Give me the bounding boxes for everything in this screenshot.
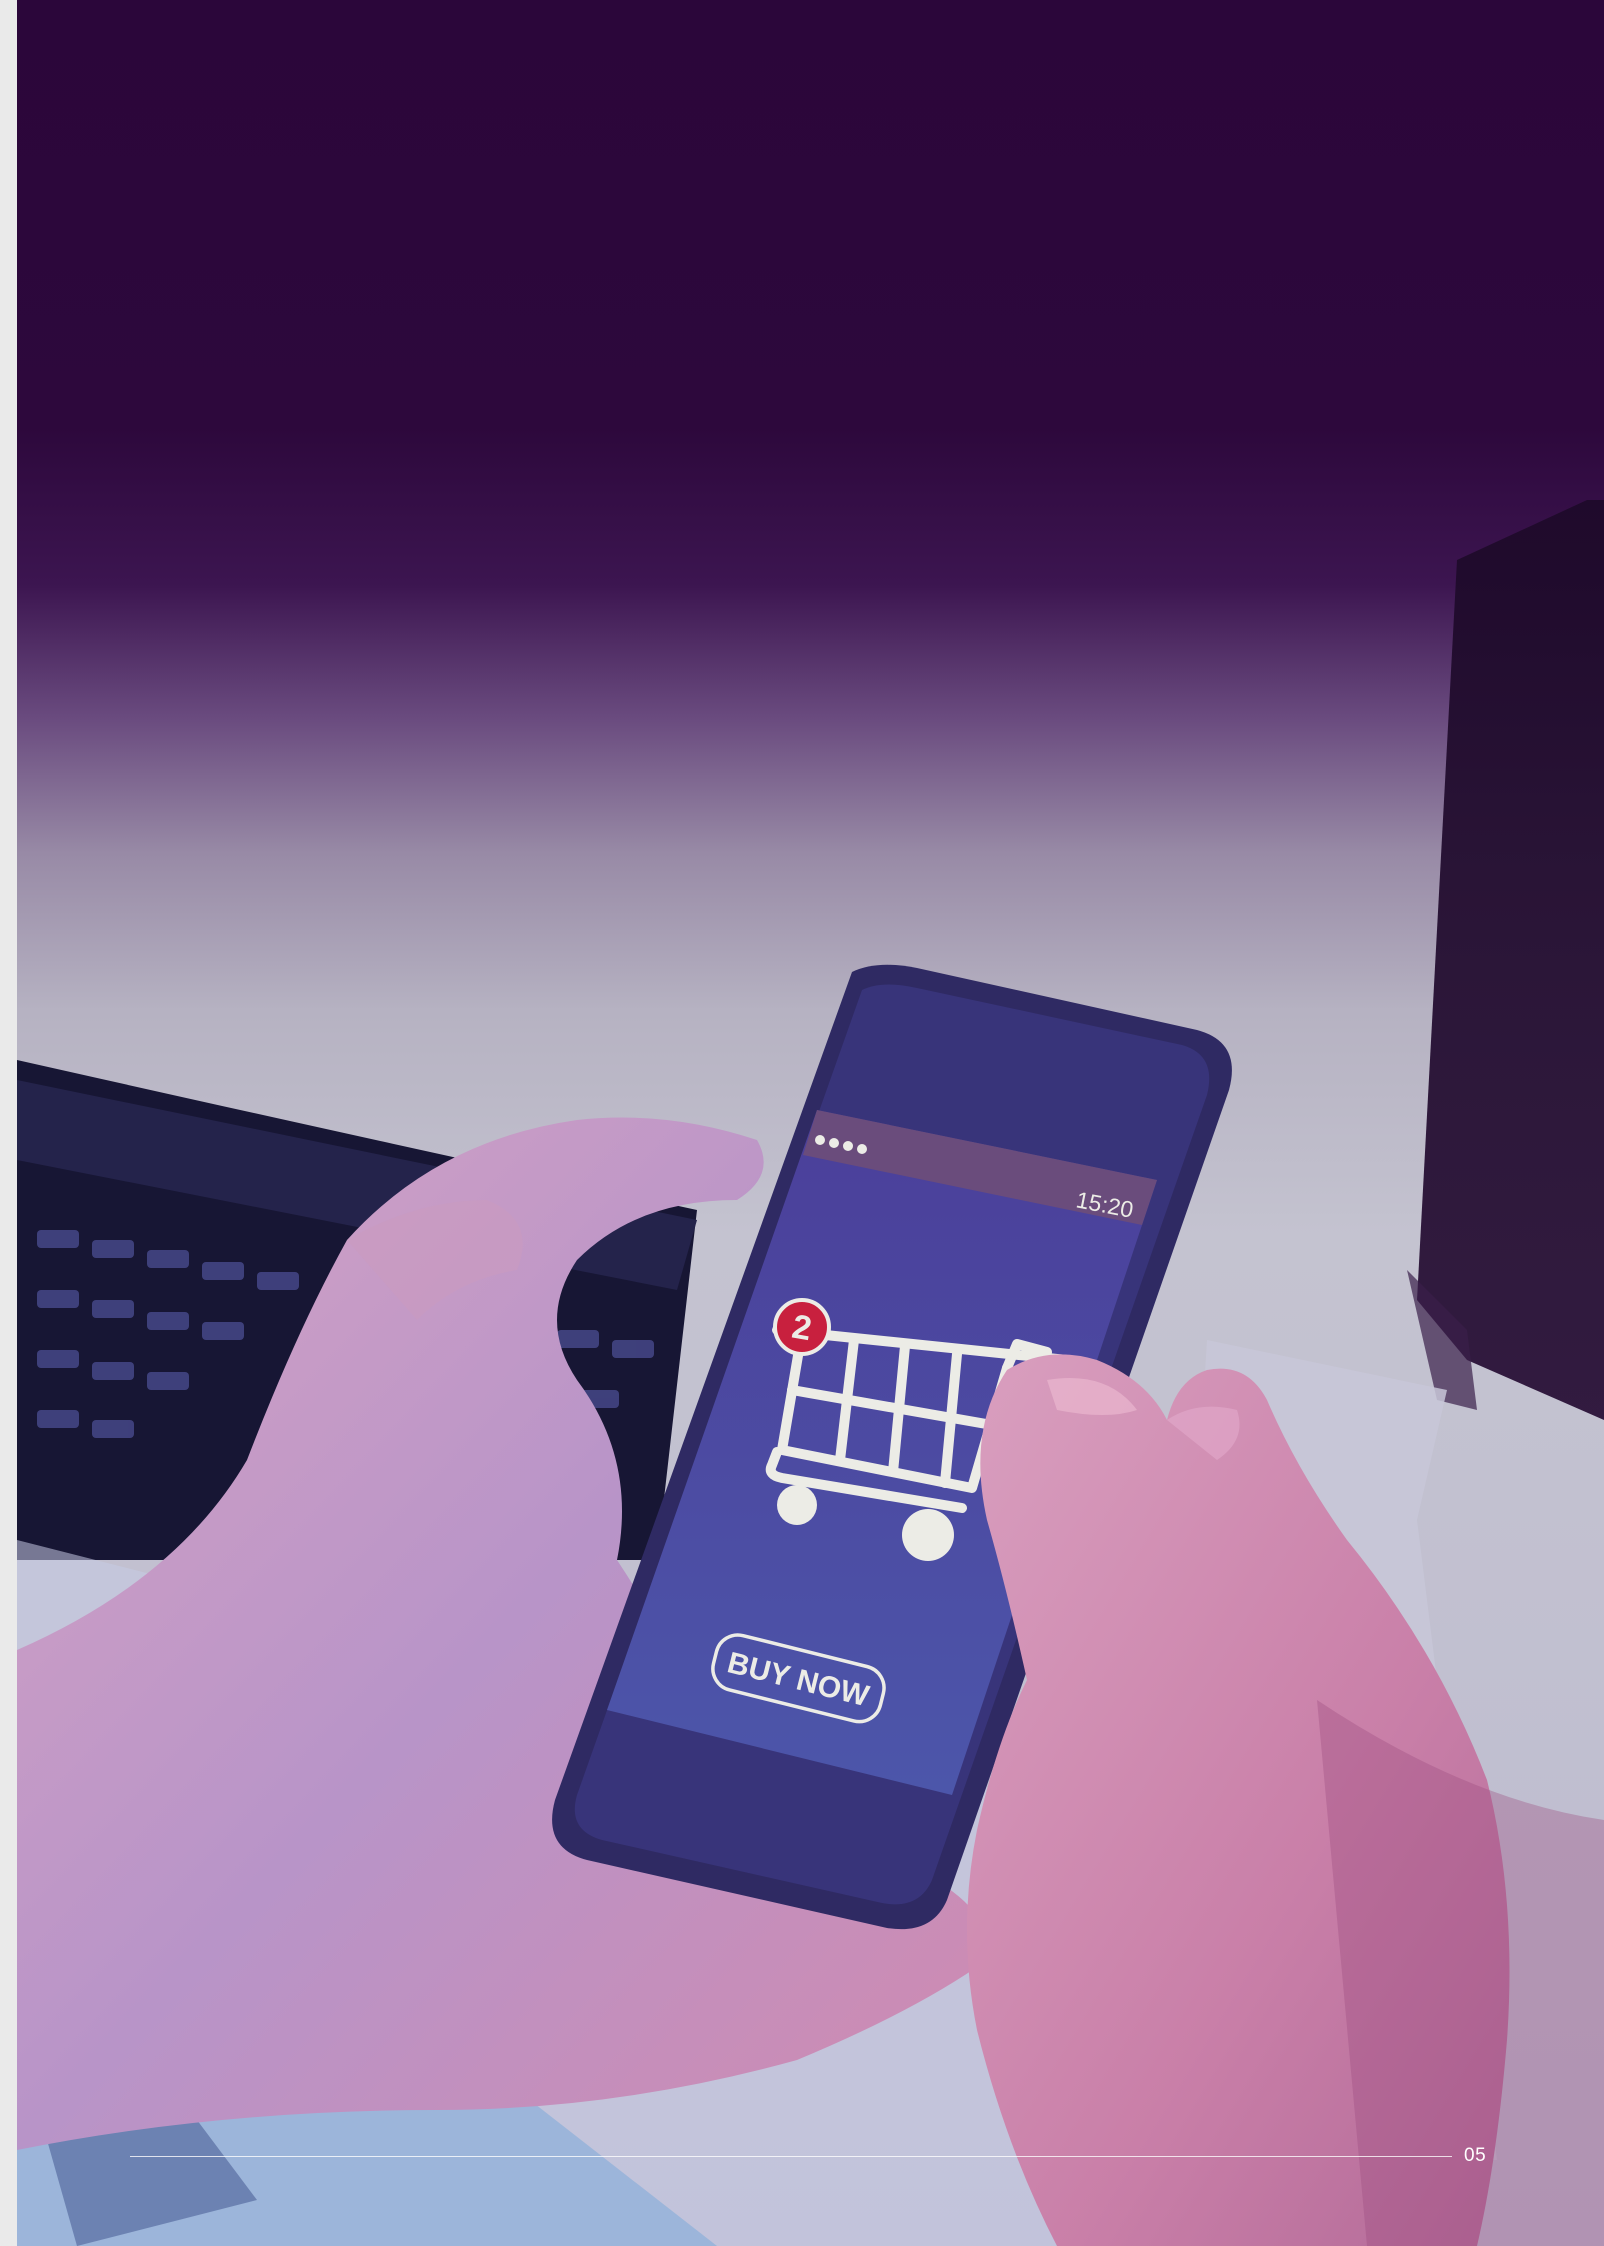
cart-wheel-right [902, 1509, 954, 1561]
hero-photo: 15:20 2 BUY NOW [17, 0, 1604, 2246]
page: 15:20 2 BUY NOW 05 [0, 0, 1604, 2246]
left-margin-strip [0, 0, 17, 2246]
footer-rule [130, 2156, 1452, 2157]
cart-wheel-left [777, 1485, 817, 1525]
page-number: 05 [1464, 2145, 1487, 2166]
